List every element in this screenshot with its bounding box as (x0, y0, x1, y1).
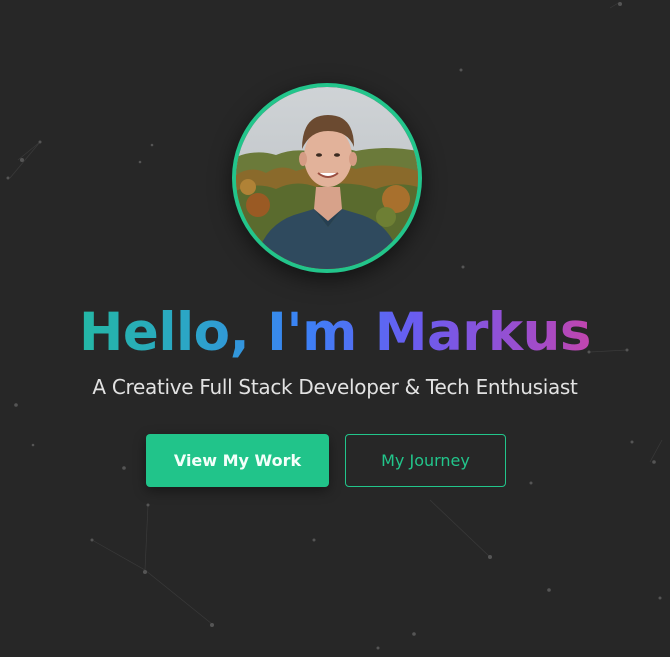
view-my-work-label: View My Work (173, 451, 302, 470)
hero-tagline: A Creative Full Stack Developer & Tech E… (92, 375, 578, 399)
view-my-work-button[interactable]: View My Work (146, 434, 329, 487)
my-journey-label: My Journey (381, 451, 470, 470)
profile-avatar (232, 83, 422, 273)
portrait-photo (236, 87, 418, 269)
my-journey-button[interactable]: My Journey (345, 434, 506, 487)
hero-greeting: Hello, I'm Markus (0, 296, 670, 370)
hero-section: Hello, I'm Markus A Creative Full Stack … (0, 0, 670, 657)
